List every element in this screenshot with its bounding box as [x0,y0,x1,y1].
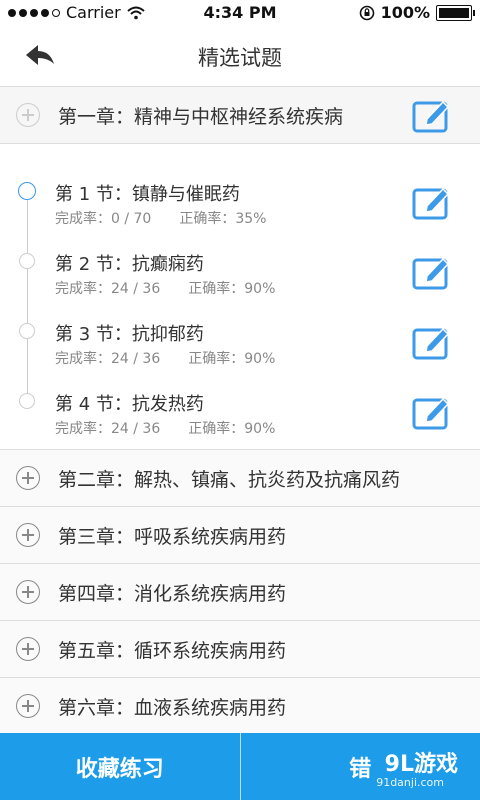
edit-icon[interactable] [412,184,452,220]
accuracy-rate: 正确率：90% [188,351,276,367]
section-item[interactable]: 第 1 节：镇静与催眠药完成率：0 / 70 正确率：35% [0,156,480,228]
edit-icon[interactable] [412,254,452,290]
chapter-label: 第六章：血液系统疾病用药 [58,697,287,719]
chapter-label: 第二章：解热、镇痛、抗炎药及抗痛风药 [58,469,401,491]
expand-icon [16,466,40,490]
completion-rate: 完成率：0 / 70 [55,211,152,227]
chapter-item-1[interactable]: 第一章：精神与中枢神经系统疾病 [0,87,480,144]
expand-icon [16,103,40,127]
chapter-item-5[interactable]: 第五章：循环系统疾病用药 [0,621,480,678]
section-name: 第 2 节：抗癫痫药 [55,254,204,275]
chapter-label: 第一章：精神与中枢神经系统疾病 [58,106,344,128]
chapter-item-3[interactable]: 第三章：呼吸系统疾病用药 [0,507,480,564]
section-stats: 完成率：24 / 36 正确率：90% [55,348,275,368]
timeline-node [19,253,35,269]
chapter-item-6[interactable]: 第六章：血液系统疾病用药 [0,678,480,735]
completion-rate: 完成率：24 / 36 [55,281,161,297]
expand-icon [16,637,40,661]
expand-icon [16,580,40,604]
section-list: 第 1 节：镇静与催眠药 完成率：0 / 70 正确率：35% 第 2 节：抗癫痫药完… [0,144,480,450]
battery-percent: 100% [380,3,430,22]
timeline-node [18,182,36,200]
accuracy-rate: 正确率：35% [179,211,267,227]
section-stats: 完成率：0 / 70 正确率：35% [55,208,266,228]
nav-bar: 精选试题 [0,24,480,87]
section-item[interactable]: 第 4 节：抗发热药完成率：24 / 36 正确率：90% [0,366,480,438]
completion-rate: 完成率：24 / 36 [55,351,161,367]
chapter-label: 第五章：循环系统疾病用药 [58,640,287,662]
section-stats: 完成率：24 / 36 正确率：90% [55,278,275,298]
chapter-label: 第四章：消化系统疾病用药 [58,583,287,605]
edit-icon[interactable] [412,324,452,360]
status-bar: Carrier 4:34 PM 100% [0,0,480,24]
page-title: 精选试题 [198,46,282,70]
watermark-brand: 9L游戏 [384,752,458,777]
section-name: 第 1 节：镇静与催眠药 [55,184,240,205]
completion-rate: 完成率：24 / 36 [55,421,161,437]
battery-icon [436,4,475,21]
timeline-node [19,323,35,339]
chapter-label: 第三章：呼吸系统疾病用药 [58,526,287,548]
edit-icon[interactable] [412,97,452,133]
bottom-bar: 收藏练习 错 9L游戏 91danji.com [0,733,480,800]
edit-icon[interactable] [412,394,452,430]
section-item[interactable]: 第 3 节：抗抑郁药完成率：24 / 36 正确率：90% [0,296,480,368]
watermark-logo: 9L游戏 91danji.com [350,742,470,794]
favorites-practice-button[interactable]: 收藏练习 [0,733,240,800]
rotation-lock-icon [359,5,374,20]
accuracy-rate: 正确率：90% [188,421,276,437]
divider [239,733,241,800]
section-name: 第 4 节：抗发热药 [55,394,204,415]
watermark-site: 91danji.com [376,776,444,789]
expand-icon [16,523,40,547]
section-stats: 完成率：24 / 36 正确率：90% [55,418,275,438]
section-name: 第 3 节：抗抑郁药 [55,324,204,345]
chapter-item-2[interactable]: 第二章：解热、镇痛、抗炎药及抗痛风药 [0,450,480,507]
expand-icon [16,694,40,718]
accuracy-rate: 正确率：90% [188,281,276,297]
timeline-node [19,393,35,409]
section-item[interactable]: 第 2 节：抗癫痫药完成率：24 / 36 正确率：90% [0,226,480,298]
chapter-item-4[interactable]: 第四章：消化系统疾病用药 [0,564,480,621]
